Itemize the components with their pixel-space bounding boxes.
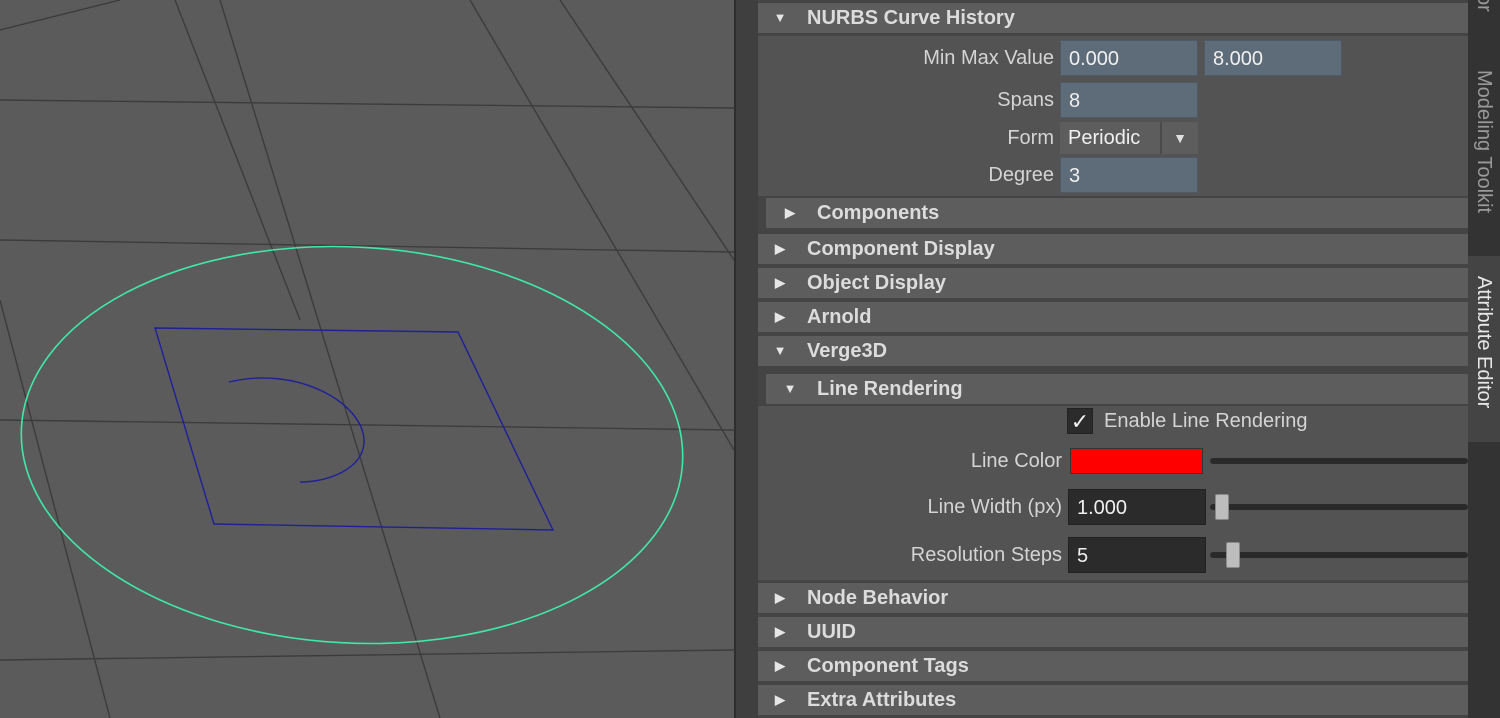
section-line-rendering[interactable]: ▼ Line Rendering xyxy=(766,374,1468,404)
section-extra-attributes[interactable]: ▶ Extra Attributes xyxy=(758,685,1468,715)
checkmark-icon: ✓ xyxy=(1070,409,1090,434)
section-uuid[interactable]: ▶ UUID xyxy=(758,617,1468,647)
dropdown-arrow-icon[interactable]: ▼ xyxy=(1160,122,1198,154)
max-value-field[interactable]: 8.000 xyxy=(1204,40,1342,76)
line-width-slider[interactable] xyxy=(1210,504,1468,510)
section-title: Node Behavior xyxy=(807,587,949,609)
resolution-steps-slider[interactable] xyxy=(1210,552,1468,558)
resolution-steps-slider-handle[interactable] xyxy=(1226,542,1240,568)
tab-modeling-toolkit[interactable]: Modeling Toolkit xyxy=(1468,60,1500,240)
grid-line xyxy=(0,299,111,718)
section-component-display[interactable]: ▶ Component Display xyxy=(758,234,1468,264)
triangle-down-icon: ▼ xyxy=(773,343,787,358)
tab-attribute-editor[interactable]: Attribute Editor xyxy=(1468,256,1500,442)
section-component-tags[interactable]: ▶ Component Tags xyxy=(758,651,1468,681)
square-curve xyxy=(154,327,555,531)
triangle-right-icon: ▶ xyxy=(775,590,785,605)
grid-line xyxy=(219,0,441,718)
triangle-right-icon: ▶ xyxy=(785,205,795,220)
section-title: Object Display xyxy=(807,272,946,294)
section-verge3d[interactable]: ▼ Verge3D xyxy=(758,336,1468,366)
section-title: Line Rendering xyxy=(817,378,963,400)
section-title: Component Display xyxy=(807,238,995,260)
section-title: Components xyxy=(817,202,940,224)
min-max-label: Min Max Value xyxy=(923,47,1054,69)
section-object-display[interactable]: ▶ Object Display xyxy=(758,268,1468,298)
section-title: Component Tags xyxy=(807,655,969,677)
line-width-slider-handle[interactable] xyxy=(1215,494,1229,520)
grid-line xyxy=(0,419,734,431)
triangle-right-icon: ▶ xyxy=(775,658,785,673)
panel-splitter[interactable] xyxy=(734,0,758,718)
ground-grid xyxy=(0,0,734,718)
section-title: UUID xyxy=(807,621,856,643)
grid-line xyxy=(559,0,734,261)
grid-line xyxy=(469,0,734,451)
resolution-steps-label: Resolution Steps xyxy=(910,544,1062,566)
side-tab-bar: or Modeling Toolkit Attribute Editor xyxy=(1468,0,1500,718)
form-dropdown[interactable]: Periodic ▼ xyxy=(1060,122,1198,154)
section-title: Extra Attributes xyxy=(807,689,957,711)
section-title: NURBS Curve History xyxy=(807,7,1015,29)
triangle-right-icon: ▶ xyxy=(775,275,785,290)
form-label: Form xyxy=(1007,127,1054,149)
spans-field[interactable]: 8 xyxy=(1060,82,1198,118)
arc-curve xyxy=(228,377,365,483)
line-width-field[interactable]: 1.000 xyxy=(1068,489,1206,525)
degree-label: Degree xyxy=(988,164,1054,186)
line-width-label: Line Width (px) xyxy=(927,496,1063,518)
section-title: Verge3D xyxy=(807,340,888,362)
section-node-behavior[interactable]: ▶ Node Behavior xyxy=(758,583,1468,613)
line-color-swatch[interactable] xyxy=(1070,448,1203,474)
viewport-scene[interactable] xyxy=(0,0,734,718)
grid-line xyxy=(0,99,734,109)
enable-line-rendering-checkbox[interactable]: ✓ xyxy=(1067,408,1093,434)
triangle-down-icon: ▼ xyxy=(783,381,797,396)
spans-label: Spans xyxy=(997,89,1054,111)
form-dropdown-value: Periodic xyxy=(1068,127,1141,149)
attribute-editor-panel: ▼ NURBS Curve History Min Max Value 0.00… xyxy=(758,0,1468,718)
triangle-right-icon: ▶ xyxy=(775,241,785,256)
tab-top-fragment[interactable]: or xyxy=(1468,0,1500,40)
triangle-right-icon: ▶ xyxy=(775,309,785,324)
section-title: Arnold xyxy=(807,306,872,328)
enable-line-rendering-label: Enable Line Rendering xyxy=(1104,410,1308,432)
viewport-3d[interactable] xyxy=(0,0,734,718)
degree-field[interactable]: 3 xyxy=(1060,157,1198,193)
line-color-label: Line Color xyxy=(970,450,1062,472)
grid-line xyxy=(0,649,734,661)
grid-line xyxy=(0,0,121,31)
resolution-steps-field[interactable]: 5 xyxy=(1068,537,1206,573)
triangle-right-icon: ▶ xyxy=(775,624,785,639)
nurbs-circle-curve xyxy=(20,245,684,645)
section-arnold[interactable]: ▶ Arnold xyxy=(758,302,1468,332)
nurbs-history-body: Min Max Value 0.000 8.000 Spans 8 Form P… xyxy=(758,36,1468,196)
grid-line xyxy=(174,0,301,321)
triangle-down-icon: ▼ xyxy=(773,10,787,25)
line-color-slider[interactable] xyxy=(1210,458,1468,464)
section-components[interactable]: ▶ Components xyxy=(766,198,1468,228)
section-nurbs-curve-history[interactable]: ▼ NURBS Curve History xyxy=(758,3,1468,33)
line-rendering-body: ✓ Enable Line Rendering Line Color Line … xyxy=(758,406,1468,580)
grid-line xyxy=(0,239,734,253)
triangle-right-icon: ▶ xyxy=(775,692,785,707)
min-value-field[interactable]: 0.000 xyxy=(1060,40,1198,76)
